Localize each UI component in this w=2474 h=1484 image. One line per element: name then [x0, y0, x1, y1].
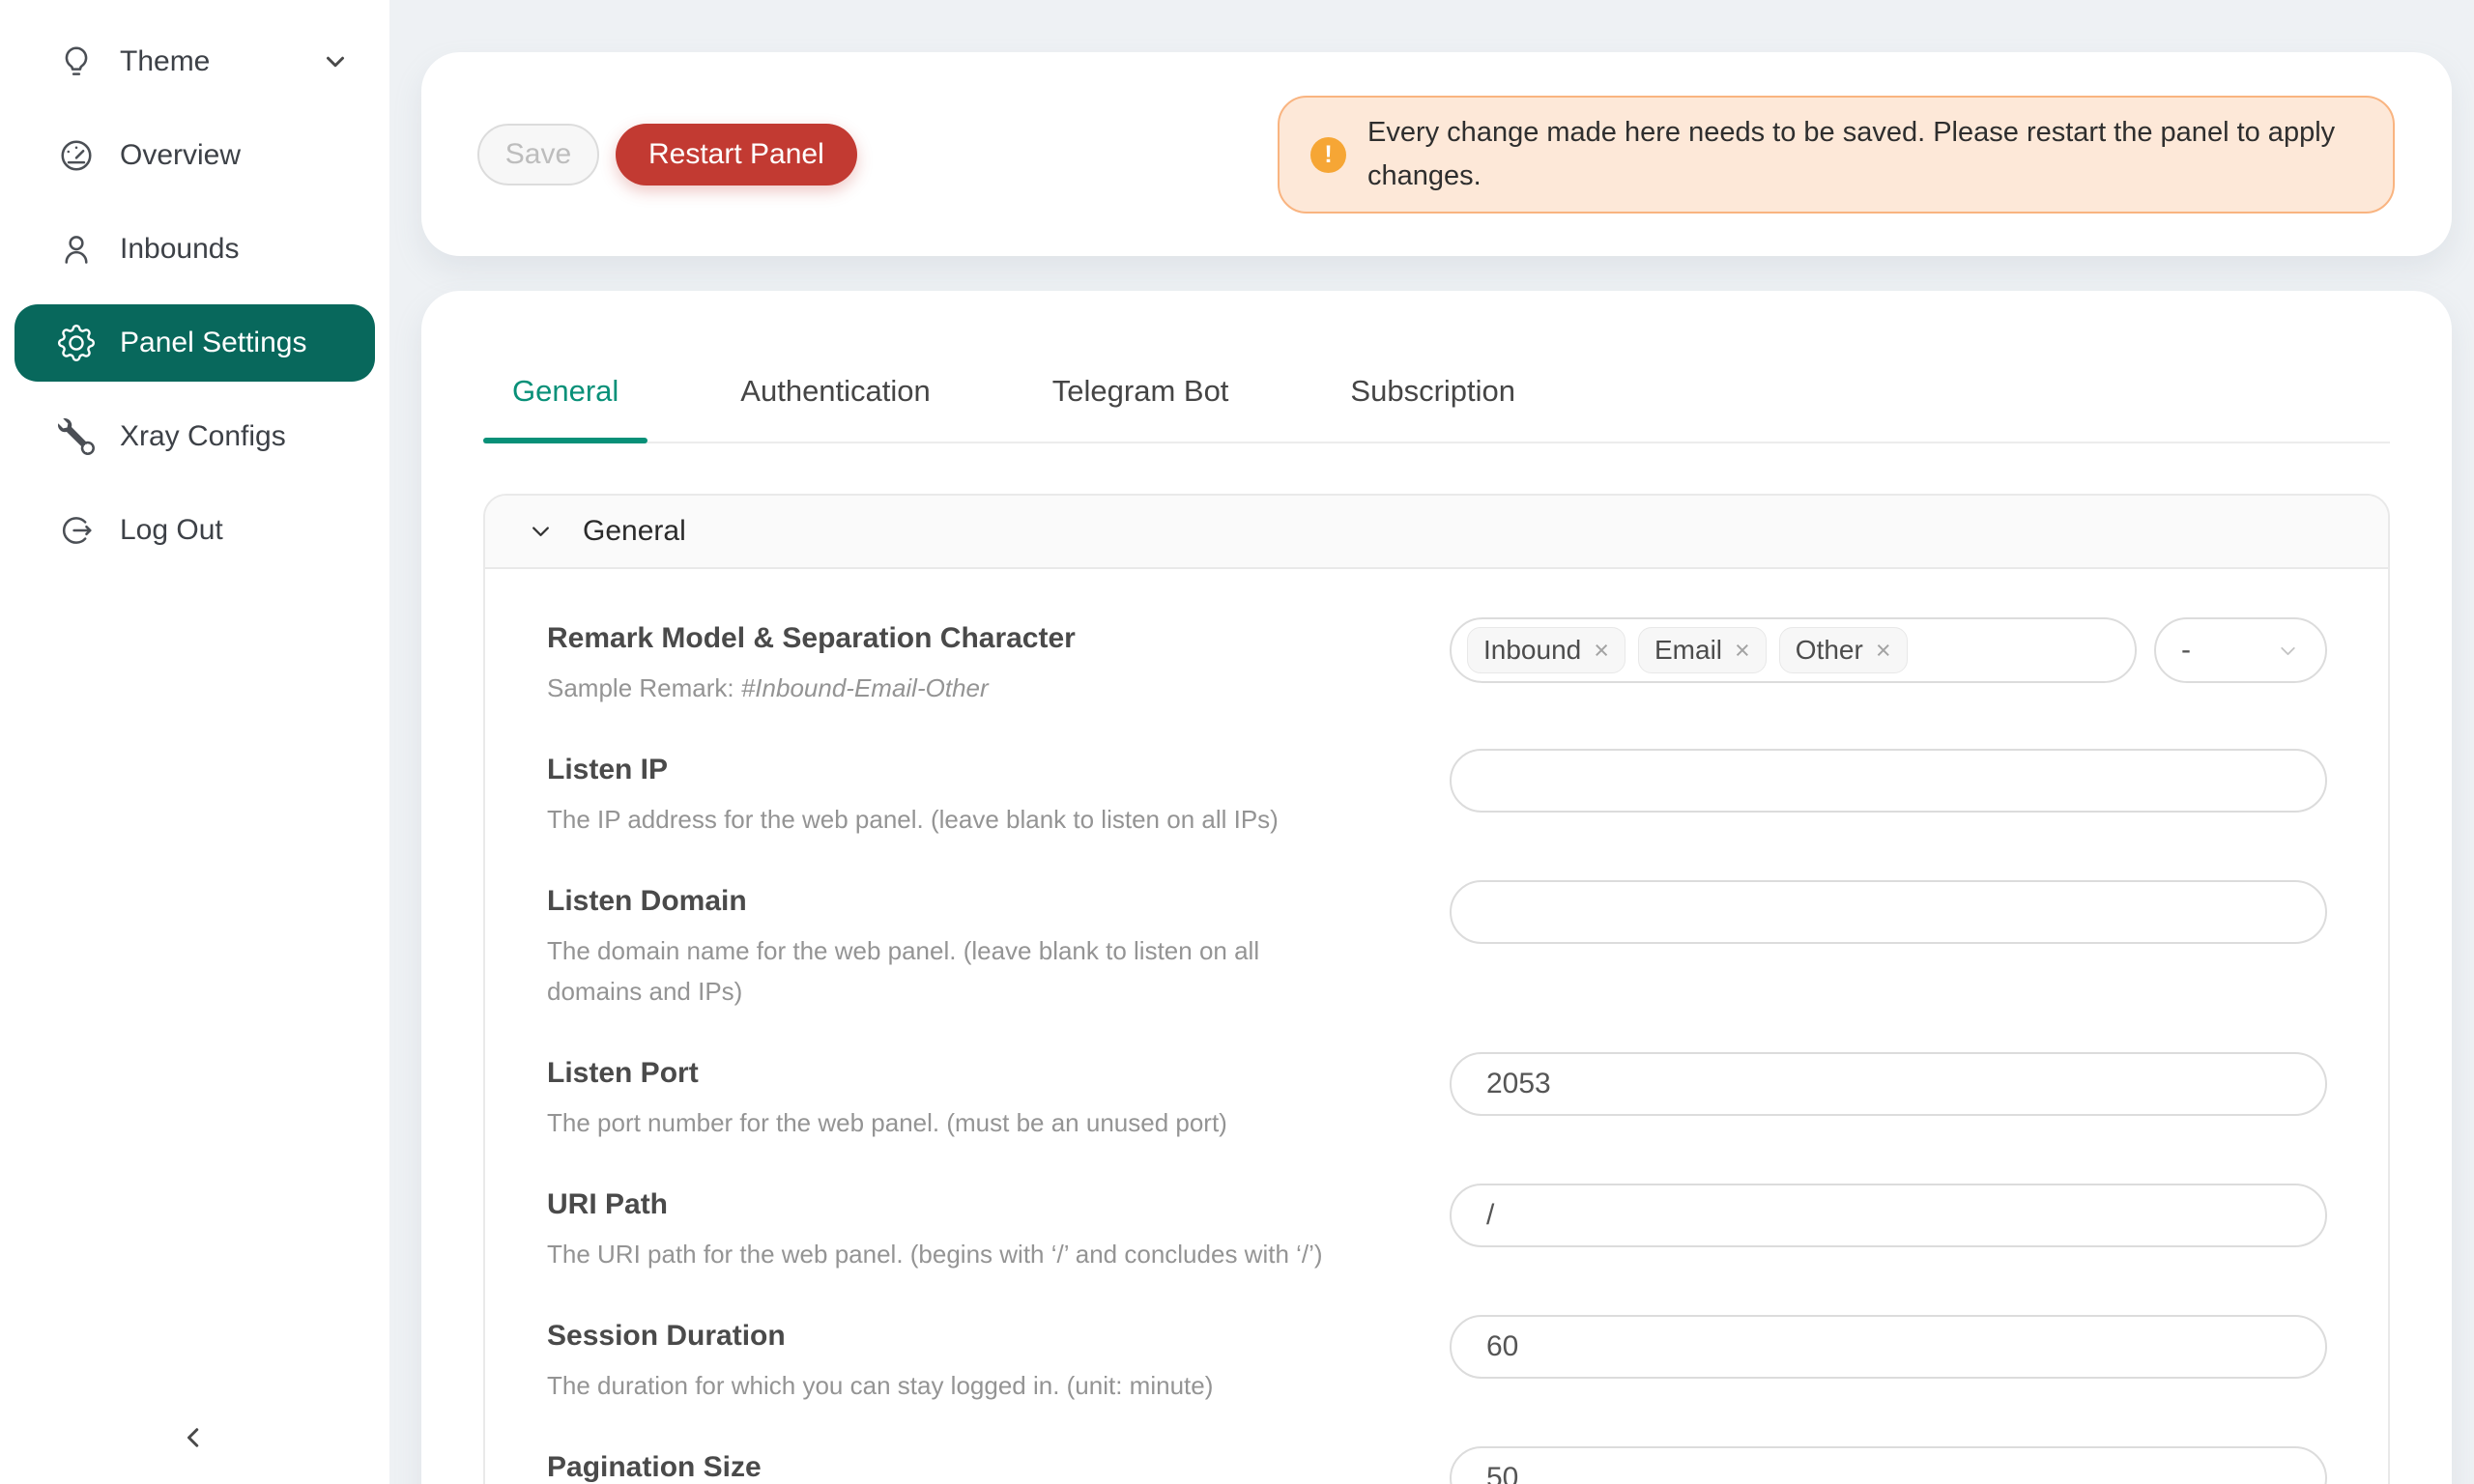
form-row-pagination-size: Pagination Size	[547, 1446, 2324, 1484]
chevron-down-icon	[321, 47, 350, 76]
sidebar: Theme Overview	[0, 0, 389, 1484]
exclamation-circle-icon: !	[1310, 137, 1346, 173]
listen-domain-label: Listen Domain	[547, 880, 1388, 923]
session-duration-label: Session Duration	[547, 1315, 1388, 1357]
form-row-listen-domain: Listen Domain The domain name for the we…	[547, 880, 2324, 1012]
form-row-remark-model: Remark Model & Separation Character Samp…	[547, 617, 2324, 708]
listen-ip-label: Listen IP	[547, 749, 1388, 791]
remark-model-tags-select[interactable]: Inbound × Email × Other ×	[1450, 617, 2137, 683]
sidebar-item-label: Log Out	[120, 514, 223, 547]
listen-domain-input[interactable]	[1450, 880, 2327, 944]
general-collapse-header[interactable]: General	[485, 496, 2388, 569]
actions-card: Save Restart Panel ! Every change made h…	[421, 52, 2452, 256]
remark-model-label: Remark Model & Separation Character	[547, 617, 1388, 660]
pagination-size-input[interactable]	[1450, 1446, 2327, 1484]
general-collapse-title: General	[583, 515, 686, 548]
separation-character-select[interactable]: -	[2154, 617, 2327, 683]
sidebar-item-log-out[interactable]: Log Out	[14, 492, 375, 569]
pagination-size-label: Pagination Size	[547, 1446, 1388, 1484]
logout-icon	[58, 512, 95, 549]
tab-general[interactable]: General	[483, 374, 647, 442]
general-form: Remark Model & Separation Character Samp…	[485, 569, 2388, 1484]
tag-inbound: Inbound ×	[1467, 627, 1625, 673]
sidebar-item-label: Inbounds	[120, 233, 239, 266]
tab-authentication[interactable]: Authentication	[711, 374, 959, 442]
sidebar-item-theme[interactable]: Theme	[14, 23, 375, 100]
tab-telegram-bot[interactable]: Telegram Bot	[1023, 374, 1258, 442]
user-icon	[58, 231, 95, 268]
chevron-down-icon	[2276, 639, 2300, 663]
sidebar-item-overview[interactable]: Overview	[14, 117, 375, 194]
listen-port-description: The port number for the web panel. (must…	[547, 1102, 1388, 1143]
listen-ip-input[interactable]	[1450, 749, 2327, 813]
sidebar-item-inbounds[interactable]: Inbounds	[14, 211, 375, 288]
chevron-left-icon	[176, 1420, 211, 1455]
session-duration-input[interactable]	[1450, 1315, 2327, 1379]
form-row-listen-ip: Listen IP The IP address for the web pan…	[547, 749, 2324, 840]
sidebar-collapse-button[interactable]	[168, 1413, 218, 1463]
restart-warning-alert: ! Every change made here needs to be sav…	[1278, 96, 2395, 214]
save-button[interactable]: Save	[477, 124, 599, 186]
tag-other: Other ×	[1779, 627, 1908, 673]
lightbulb-icon	[58, 43, 95, 80]
listen-domain-description: The domain name for the web panel. (leav…	[547, 930, 1359, 1012]
wrench-icon	[58, 418, 95, 455]
settings-card: General Authentication Telegram Bot Subs…	[421, 291, 2452, 1484]
form-row-session-duration: Session Duration The duration for which …	[547, 1315, 2324, 1406]
uri-path-label: URI Path	[547, 1184, 1388, 1226]
remove-tag-icon[interactable]: ×	[1594, 638, 1609, 664]
listen-ip-description: The IP address for the web panel. (leave…	[547, 799, 1388, 840]
alert-message: Every change made here needs to be saved…	[1367, 111, 2362, 198]
sidebar-item-label: Overview	[120, 139, 241, 172]
sidebar-nav: Theme Overview	[0, 0, 389, 569]
listen-port-label: Listen Port	[547, 1052, 1388, 1095]
form-row-uri-path: URI Path The URI path for the web panel.…	[547, 1184, 2324, 1274]
remark-model-sample: Sample Remark: #Inbound-Email-Other	[547, 668, 1388, 708]
chevron-down-icon	[528, 519, 554, 545]
gauge-icon	[58, 137, 95, 174]
restart-panel-button[interactable]: Restart Panel	[616, 124, 857, 186]
remove-tag-icon[interactable]: ×	[1735, 638, 1750, 664]
gear-icon	[58, 325, 95, 361]
general-collapse-panel: General Remark Model & Separation Charac…	[483, 494, 2390, 1484]
listen-port-input[interactable]	[1450, 1052, 2327, 1116]
settings-tabs: General Authentication Telegram Bot Subs…	[483, 291, 2390, 443]
uri-path-description: The URI path for the web panel. (begins …	[547, 1234, 1388, 1274]
uri-path-input[interactable]	[1450, 1184, 2327, 1247]
tab-subscription[interactable]: Subscription	[1321, 374, 1544, 442]
sidebar-item-xray-configs[interactable]: Xray Configs	[14, 398, 375, 475]
sidebar-item-panel-settings[interactable]: Panel Settings	[14, 304, 375, 382]
sidebar-item-label: Theme	[120, 45, 210, 78]
form-row-listen-port: Listen Port The port number for the web …	[547, 1052, 2324, 1143]
sidebar-item-label: Xray Configs	[120, 420, 286, 453]
sidebar-item-label: Panel Settings	[120, 327, 306, 359]
tag-email: Email ×	[1638, 627, 1767, 673]
remove-tag-icon[interactable]: ×	[1876, 638, 1891, 664]
sample-remark-value: #Inbound-Email-Other	[741, 673, 989, 702]
separation-character-value: -	[2181, 634, 2191, 667]
session-duration-description: The duration for which you can stay logg…	[547, 1365, 1388, 1406]
